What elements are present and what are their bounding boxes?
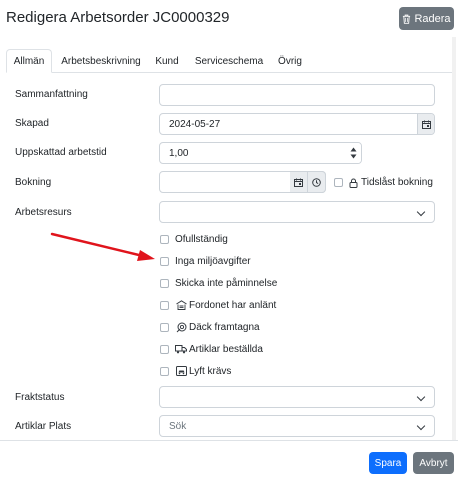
tab-bar: Allmän Arbetsbeskrivning Kund Servicesch… xyxy=(6,49,454,73)
checkbox-label: Ofullständig xyxy=(175,233,228,245)
checkbox-articles-ordered[interactable]: Artiklar beställda xyxy=(160,342,380,356)
checkbox-label: Inga miljöavgifter xyxy=(175,255,251,267)
dialog-header: Redigera Arbetsorder JC0000329 Radera xyxy=(0,0,458,37)
created-label: Skapad xyxy=(15,118,49,129)
booking-label: Bokning xyxy=(15,177,52,188)
calendar-icon[interactable] xyxy=(417,114,434,134)
checkbox-box[interactable] xyxy=(160,256,169,266)
checkbox-vehicle-arrived[interactable]: Fordonet har anlänt xyxy=(160,298,380,312)
freight-status-select[interactable] xyxy=(159,386,435,408)
footer-divider xyxy=(0,440,458,441)
resource-select[interactable] xyxy=(159,201,435,223)
clock-icon[interactable] xyxy=(308,172,325,192)
cancel-button[interactable]: Avbryt xyxy=(413,452,454,474)
tab-arbetsbeskrivning[interactable]: Arbetsbeskrivning xyxy=(58,49,144,73)
tab-ovrig[interactable]: Övrig xyxy=(273,49,307,73)
checkbox-no-reminder[interactable]: Skicka inte påminnelse xyxy=(160,276,380,290)
trash-icon xyxy=(403,14,411,24)
spinner-icon[interactable] xyxy=(346,143,361,163)
tire-icon xyxy=(175,322,187,333)
checkbox-tires-ready[interactable]: Däck framtagna xyxy=(160,320,380,334)
checkbox-label: Artiklar beställda xyxy=(189,343,263,355)
checkbox-box[interactable] xyxy=(160,344,169,354)
article-location-placeholder: Sök xyxy=(169,420,187,432)
timelocked-box[interactable] xyxy=(334,178,343,187)
resource-label: Arbetsresurs xyxy=(15,207,72,218)
tab-serviceschema[interactable]: Serviceschema xyxy=(193,49,265,73)
estimated-time-label: Uppskattad arbetstid xyxy=(15,147,107,158)
article-location-select[interactable]: Sök xyxy=(159,415,435,437)
checkbox-label: Fordonet har anlänt xyxy=(189,299,277,311)
dialog-title: Redigera Arbetsorder JC0000329 xyxy=(6,9,230,26)
scrollbar[interactable] xyxy=(452,37,456,440)
checkbox-box[interactable] xyxy=(160,322,169,332)
freight-status-label: Fraktstatus xyxy=(15,392,65,403)
chevron-down-icon xyxy=(416,421,426,431)
created-date-input[interactable]: 2024-05-27 xyxy=(159,113,435,135)
timelocked-checkbox[interactable]: Tidslåst bokning xyxy=(334,177,433,188)
save-button[interactable]: Spara xyxy=(369,452,407,474)
checkbox-box[interactable] xyxy=(160,278,169,288)
checkbox-label: Skicka inte påminnelse xyxy=(175,277,278,289)
checkbox-box[interactable] xyxy=(160,300,169,310)
summary-label: Sammanfattning xyxy=(15,89,88,100)
estimated-time-input[interactable]: 1,00 xyxy=(159,142,362,164)
estimated-time-value: 1,00 xyxy=(169,147,189,159)
checkbox-label: Lyft krävs xyxy=(189,365,232,377)
checkbox-box[interactable] xyxy=(160,366,169,376)
timelocked-label: Tidslåst bokning xyxy=(361,177,433,188)
delete-label: Radera xyxy=(414,12,451,25)
delete-button[interactable]: Radera xyxy=(399,7,454,30)
lock-icon xyxy=(349,178,358,188)
checkbox-lift-required[interactable]: Lyft krävs xyxy=(160,364,380,378)
calendar-icon[interactable] xyxy=(290,172,308,192)
summary-input[interactable] xyxy=(159,84,435,106)
truck-icon xyxy=(175,344,187,355)
booking-addons xyxy=(290,171,326,193)
checkbox-box[interactable] xyxy=(160,234,169,244)
tab-allman[interactable]: Allmän xyxy=(6,49,52,73)
created-value: 2024-05-27 xyxy=(169,118,221,130)
checkbox-no-env-fees[interactable]: Inga miljöavgifter xyxy=(160,254,380,268)
garage-icon xyxy=(175,300,187,311)
checkbox-incomplete[interactable]: Ofullständig xyxy=(160,232,380,246)
chevron-down-icon xyxy=(416,207,426,217)
tab-kund[interactable]: Kund xyxy=(152,49,182,73)
article-location-label: Artiklar Plats xyxy=(15,421,72,432)
checkbox-label: Däck framtagna xyxy=(189,321,260,333)
chevron-down-icon xyxy=(416,392,426,402)
lift-icon xyxy=(175,366,187,377)
